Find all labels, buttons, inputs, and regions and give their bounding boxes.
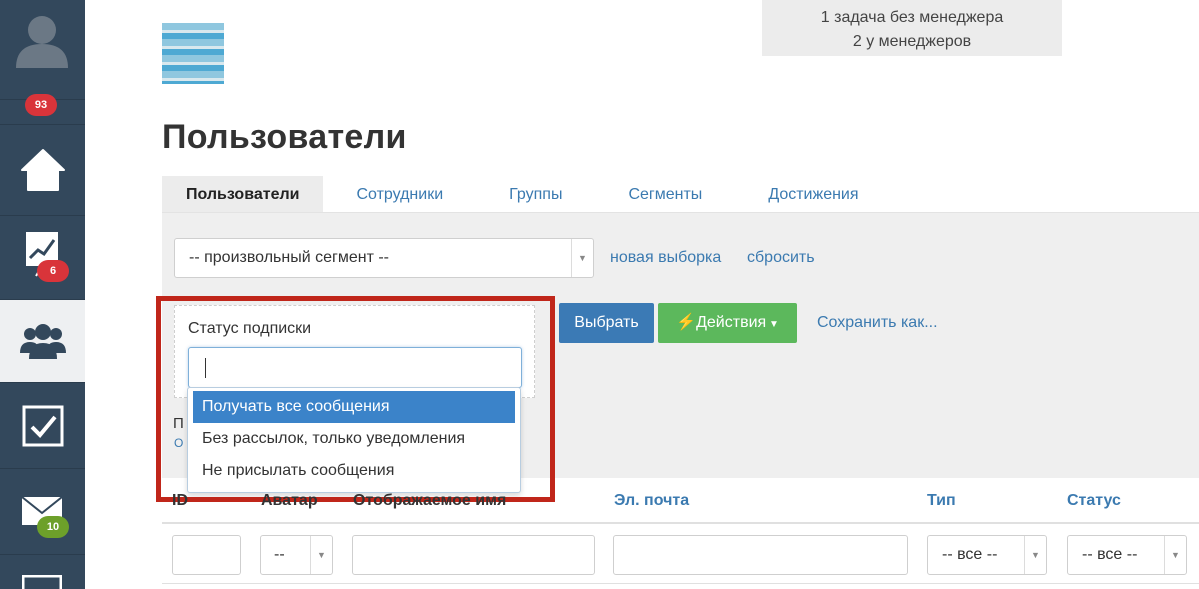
column-header-id[interactable]: ID: [172, 492, 188, 510]
actions-button[interactable]: ⚡Действия ▼: [658, 303, 797, 343]
notification-badge: 6: [37, 260, 69, 282]
avatar-filter-select[interactable]: -- ▼: [260, 535, 333, 575]
tab-groups[interactable]: Группы: [476, 176, 595, 213]
tab-segments[interactable]: Сегменты: [595, 176, 735, 213]
sidebar-item-profile[interactable]: 93: [0, 0, 85, 116]
caret-down-icon: ▼: [766, 319, 779, 330]
display-name-filter-input[interactable]: [352, 535, 595, 575]
tab-bar: Пользователи Сотрудники Группы Сегменты …: [162, 176, 892, 213]
tab-users[interactable]: Пользователи: [162, 176, 324, 213]
sidebar-item-more[interactable]: [0, 555, 85, 589]
column-header-status[interactable]: Статус: [1067, 492, 1121, 510]
chevron-down-icon: ▼: [1164, 536, 1186, 574]
tasks-with-managers[interactable]: 2 у менеджеров: [762, 30, 1062, 54]
tab-employees[interactable]: Сотрудники: [323, 176, 476, 213]
status-filter-value: -- все --: [1082, 546, 1138, 563]
chevron-down-icon: ▼: [1024, 536, 1046, 574]
id-filter-input[interactable]: [172, 535, 241, 575]
column-header-avatar[interactable]: Аватар: [261, 492, 318, 510]
user-avatar-icon: [16, 16, 68, 68]
email-filter-input[interactable]: [613, 535, 908, 575]
column-header-type[interactable]: Тип: [927, 492, 956, 510]
highlight-frame: [156, 296, 555, 502]
notification-badge: 93: [25, 94, 57, 116]
home-icon: [20, 149, 65, 191]
sidebar: 93 6 10: [0, 0, 85, 589]
sidebar-item-users[interactable]: [0, 300, 85, 383]
tasks-without-manager[interactable]: 1 задача без менеджера: [762, 6, 1062, 30]
tab-achievements[interactable]: Достижения: [735, 176, 891, 213]
sidebar-item-stats[interactable]: 6: [0, 216, 85, 300]
tasks-summary: 1 задача без менеджера 2 у менеджеров: [762, 0, 1062, 56]
page-title: Пользователи: [162, 118, 407, 156]
status-filter-select[interactable]: -- все -- ▼: [1067, 535, 1187, 575]
table-header-divider: [162, 522, 1199, 524]
type-filter-value: -- все --: [942, 546, 998, 563]
save-as-link[interactable]: Сохранить как...: [817, 314, 938, 332]
notification-badge: 10: [37, 516, 69, 538]
reset-link[interactable]: сбросить: [747, 249, 815, 267]
chevron-down-icon: ▼: [310, 536, 332, 574]
actions-button-label: Действия: [696, 314, 767, 331]
select-button[interactable]: Выбрать: [559, 303, 654, 343]
table-row-divider: [162, 583, 1199, 584]
chevron-down-icon: ▼: [571, 239, 593, 277]
company-logo: [162, 23, 224, 84]
bolt-icon: ⚡: [676, 314, 697, 331]
segment-select-value: -- произвольный сегмент --: [189, 249, 389, 266]
sidebar-item-home[interactable]: [0, 124, 85, 216]
column-header-email[interactable]: Эл. почта: [614, 492, 689, 510]
checkbox-icon: [22, 405, 63, 446]
calendar-icon: [22, 575, 62, 589]
sidebar-item-tasks[interactable]: [0, 383, 85, 469]
avatar-filter-value: --: [274, 546, 285, 563]
type-filter-select[interactable]: -- все -- ▼: [927, 535, 1047, 575]
new-selection-link[interactable]: новая выборка: [610, 249, 721, 267]
segment-select[interactable]: -- произвольный сегмент -- ▼: [174, 238, 594, 278]
sidebar-item-messages[interactable]: 10: [0, 469, 85, 555]
users-icon: [19, 324, 66, 359]
column-header-display-name[interactable]: Отображаемое имя: [353, 492, 506, 510]
